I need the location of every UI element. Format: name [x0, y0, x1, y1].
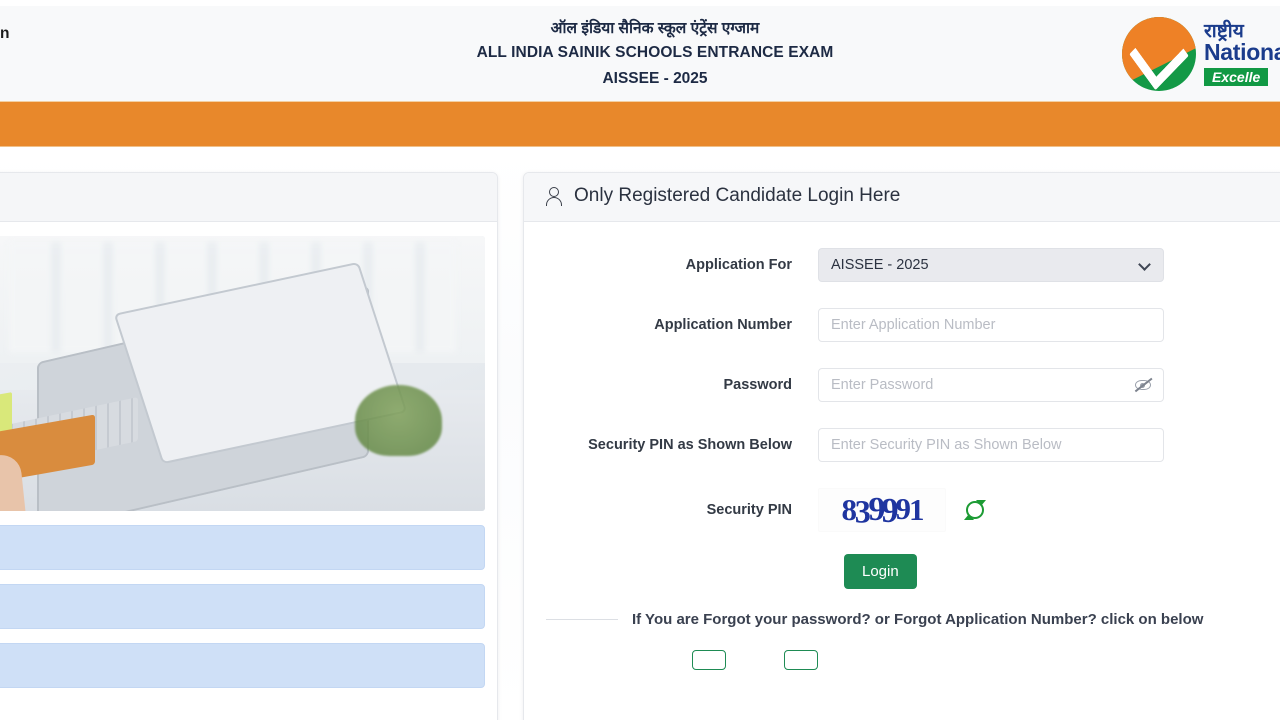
- refresh-icon[interactable]: [964, 499, 986, 521]
- security-pin-label: Security PIN: [706, 502, 792, 518]
- application-for-select[interactable]: AISSEE - 2025: [818, 248, 1164, 282]
- security-pin-input-label: Security PIN as Shown Below: [588, 437, 792, 453]
- captcha-row: Security PIN 839991: [524, 488, 1280, 532]
- forgot-help-text: If You are Forgot your password? or Forg…: [632, 611, 1204, 628]
- login-button-row: Login: [524, 554, 1280, 589]
- security-pin-placeholder: Enter Security PIN as Shown Below: [831, 437, 1062, 453]
- forgot-password-button[interactable]: [692, 650, 726, 670]
- orange-nav-bar: [0, 101, 1280, 147]
- application-number-input[interactable]: Enter Application Number: [818, 308, 1164, 342]
- captcha-image: 839991: [818, 488, 946, 532]
- divider: [546, 619, 618, 620]
- chevron-down-icon: [1138, 258, 1151, 271]
- instructions-card-title: Online: [0, 173, 497, 222]
- application-for-value: AISSEE - 2025: [831, 257, 929, 273]
- instructions-card-body: for Online Registration. ine Application…: [0, 222, 497, 698]
- registration-steps-list: for Online Registration. ine Application…: [0, 525, 485, 688]
- instructions-card: Online for Online Registration. ine Appl…: [0, 172, 498, 720]
- site-header: of Higher Education ucation f India ऑल इ…: [0, 6, 1280, 103]
- list-item[interactable]: for Online Registration.: [0, 525, 485, 570]
- security-pin-input-row: Security PIN as Shown Below Enter Securi…: [524, 428, 1280, 462]
- list-item[interactable]: ine Application Form.: [0, 584, 485, 629]
- header-nta-branding: राष्ट्रीय National Excelle: [1122, 17, 1280, 91]
- login-card-title: Only Registered Candidate Login Here: [574, 185, 901, 206]
- password-placeholder: Enter Password: [831, 377, 934, 393]
- forgot-buttons-row: [524, 628, 1280, 670]
- org-line-3: f India: [0, 64, 158, 84]
- application-number-label: Application Number: [654, 317, 792, 333]
- password-row: Password Enter Password: [524, 368, 1280, 402]
- password-input[interactable]: Enter Password: [818, 368, 1164, 402]
- header-exam-title: ऑल इंडिया सैनिक स्कूल एंट्रेंस एग्जाम AL…: [158, 17, 1122, 91]
- nta-wordmark: राष्ट्रीय National Excelle: [1204, 22, 1280, 87]
- password-label: Password: [723, 377, 793, 393]
- nta-english-text: National: [1204, 39, 1280, 66]
- application-for-label: Application For: [685, 257, 792, 273]
- nta-tagline-badge: Excelle: [1204, 67, 1269, 87]
- login-button[interactable]: Login: [844, 554, 917, 589]
- login-form: Application For AISSEE - 2025 Applicatio…: [524, 222, 1280, 670]
- application-number-placeholder: Enter Application Number: [831, 317, 996, 333]
- eye-slash-icon[interactable]: [1134, 377, 1153, 393]
- exam-title-english: ALL INDIA SAINIK SCHOOLS ENTRANCE EXAM: [476, 44, 834, 62]
- person-icon: [546, 186, 562, 206]
- page-viewport: of Higher Education ucation f India ऑल इ…: [0, 0, 1280, 720]
- security-pin-input[interactable]: Enter Security PIN as Shown Below: [818, 428, 1164, 462]
- list-item[interactable]: amination Fee.: [0, 643, 485, 688]
- nta-checkmark-logo-icon: [1122, 17, 1196, 91]
- forgot-help-row: If You are Forgot your password? or Forg…: [524, 611, 1280, 628]
- laptop-photo-image: [0, 236, 485, 511]
- login-card-header: Only Registered Candidate Login Here: [524, 173, 1280, 222]
- forgot-application-number-button[interactable]: [784, 650, 818, 670]
- captcha-digit: 9: [895, 491, 911, 526]
- captcha-digit: 1: [909, 492, 924, 527]
- exam-name-year: AISSEE - 2025: [602, 69, 708, 87]
- login-card: Only Registered Candidate Login Here App…: [523, 172, 1280, 720]
- header-left-org-text: of Higher Education ucation f India: [0, 24, 158, 84]
- application-for-row: Application For AISSEE - 2025: [524, 248, 1280, 282]
- org-line-1: of Higher Education: [0, 24, 10, 42]
- captcha-digit: 3: [854, 493, 871, 530]
- exam-title-hindi: ऑल इंडिया सैनिक स्कूल एंट्रेंस एग्जाम: [550, 19, 760, 37]
- captcha-digit: 8: [841, 492, 857, 527]
- org-line-2: ucation: [0, 45, 158, 65]
- application-number-row: Application Number Enter Application Num…: [524, 308, 1280, 342]
- captcha-digit: 9: [881, 490, 898, 531]
